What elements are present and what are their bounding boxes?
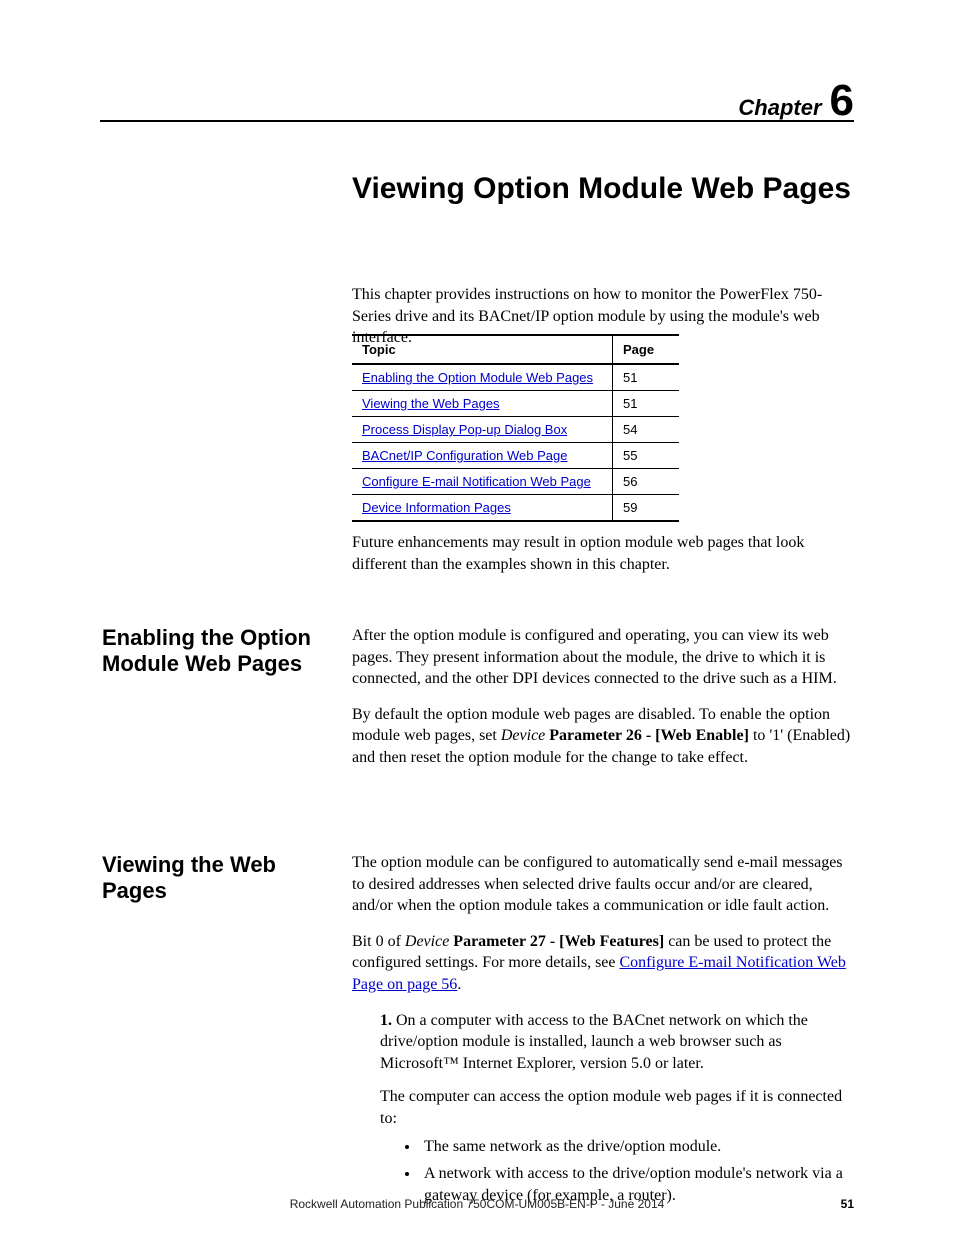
toc-page: 55 xyxy=(613,443,680,469)
bullet-list: The same network as the drive/option mod… xyxy=(380,1136,852,1207)
page: Chapter 6 Viewing Option Module Web Page… xyxy=(0,0,954,1235)
bold-text: Parameter 27 - [Web Features] xyxy=(449,933,664,950)
toc-row: Enabling the Option Module Web Pages 51 xyxy=(352,364,679,391)
toc-page: 59 xyxy=(613,495,680,522)
toc-page: 51 xyxy=(613,391,680,417)
toc-link[interactable]: Enabling the Option Module Web Pages xyxy=(362,370,593,385)
toc-row: Process Display Pop-up Dialog Box 54 xyxy=(352,417,679,443)
italic-text: Device xyxy=(405,933,449,950)
toc-header-topic: Topic xyxy=(352,335,613,364)
section-enabling: Enabling the Option Module Web Pages Aft… xyxy=(102,625,854,677)
step-item: 1. On a computer with access to the BACn… xyxy=(380,1010,852,1075)
below-table-text: Future enhancements may result in option… xyxy=(352,532,852,575)
paragraph: After the option module is configured an… xyxy=(352,625,852,690)
toc-link[interactable]: Device Information Pages xyxy=(362,500,511,515)
chapter-label: Chapter xyxy=(738,95,821,121)
toc-row: Device Information Pages 59 xyxy=(352,495,679,522)
toc-header-row: Topic Page xyxy=(352,335,679,364)
footer-page-number: 51 xyxy=(841,1197,854,1211)
paragraph: By default the option module web pages a… xyxy=(352,704,852,769)
text: Bit 0 of xyxy=(352,933,405,950)
toc-row: Configure E-mail Notification Web Page 5… xyxy=(352,469,679,495)
step-text: On a computer with access to the BACnet … xyxy=(380,1012,808,1072)
section-body: The option module can be configured to a… xyxy=(352,852,852,1212)
footer-publication: Rockwell Automation Publication 750COM-U… xyxy=(0,1197,954,1211)
bullet-item: The same network as the drive/option mod… xyxy=(420,1136,852,1158)
section-heading: Viewing the Web Pages xyxy=(102,852,340,904)
toc-row: Viewing the Web Pages 51 xyxy=(352,391,679,417)
step-number: 1. xyxy=(380,1012,392,1029)
bold-text: Parameter 26 - [Web Enable] xyxy=(545,727,749,744)
section-heading: Enabling the Option Module Web Pages xyxy=(102,625,340,677)
section-body: After the option module is configured an… xyxy=(352,625,852,783)
section-viewing: Viewing the Web Pages The option module … xyxy=(102,852,854,904)
step-list: 1. On a computer with access to the BACn… xyxy=(352,1010,852,1207)
toc-link[interactable]: Configure E-mail Notification Web Page xyxy=(362,474,591,489)
toc-link[interactable]: Viewing the Web Pages xyxy=(362,396,500,411)
toc-page: 51 xyxy=(613,364,680,391)
page-title: Viewing Option Module Web Pages xyxy=(352,172,851,206)
step-subtext: The computer can access the option modul… xyxy=(380,1086,852,1129)
toc-row: BACnet/IP Configuration Web Page 55 xyxy=(352,443,679,469)
paragraph: The option module can be configured to a… xyxy=(352,852,852,917)
toc-header-page: Page xyxy=(613,335,680,364)
toc-page: 56 xyxy=(613,469,680,495)
toc-table: Topic Page Enabling the Option Module We… xyxy=(352,334,679,522)
toc-link[interactable]: BACnet/IP Configuration Web Page xyxy=(362,448,567,463)
paragraph: Bit 0 of Device Parameter 27 - [Web Feat… xyxy=(352,931,852,996)
chapter-number: 6 xyxy=(830,76,854,126)
chapter-header: Chapter 6 xyxy=(738,76,854,126)
toc-link[interactable]: Process Display Pop-up Dialog Box xyxy=(362,422,567,437)
text: . xyxy=(457,976,461,993)
toc-page: 54 xyxy=(613,417,680,443)
italic-text: Device xyxy=(501,727,545,744)
divider xyxy=(100,120,854,122)
